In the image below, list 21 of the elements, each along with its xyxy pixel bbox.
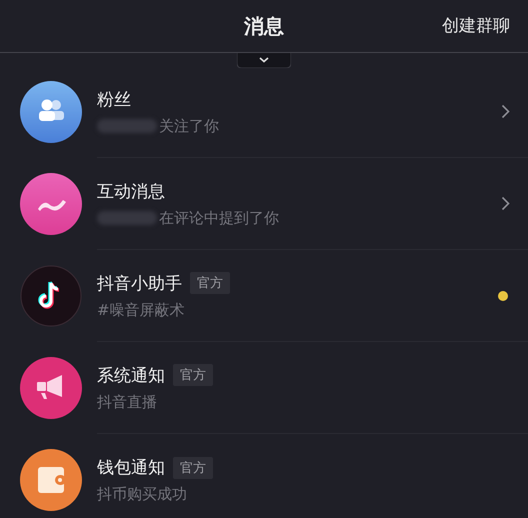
- collapse-handle[interactable]: [237, 52, 291, 68]
- avatar-icon: [20, 357, 82, 419]
- create-group-link[interactable]: 创建群聊: [442, 14, 510, 37]
- avatar-icon: [20, 173, 82, 235]
- message-preview: 关注了你: [159, 116, 219, 136]
- avatar-icon: [20, 449, 82, 511]
- conversation-name: 钱包通知: [97, 457, 165, 479]
- avatar-icon: [20, 81, 82, 143]
- message-preview: #噪音屏蔽术: [97, 300, 185, 320]
- page-title: 消息: [244, 12, 284, 40]
- conversation-name: 互动消息: [97, 180, 165, 202]
- official-tag: 官方: [173, 456, 213, 478]
- official-tag: 官方: [173, 364, 213, 386]
- official-tag: 官方: [190, 272, 230, 294]
- conversation-name: 粉丝: [97, 88, 131, 110]
- message-preview: 抖音直播: [97, 392, 157, 412]
- avatar-icon: [20, 265, 82, 327]
- message-preview: 抖币购买成功: [97, 485, 187, 504]
- conversation-name: 系统通知: [97, 364, 165, 386]
- conversation-name: 抖音小助手: [97, 272, 182, 294]
- message-preview: 在评论中提到了你: [159, 208, 279, 228]
